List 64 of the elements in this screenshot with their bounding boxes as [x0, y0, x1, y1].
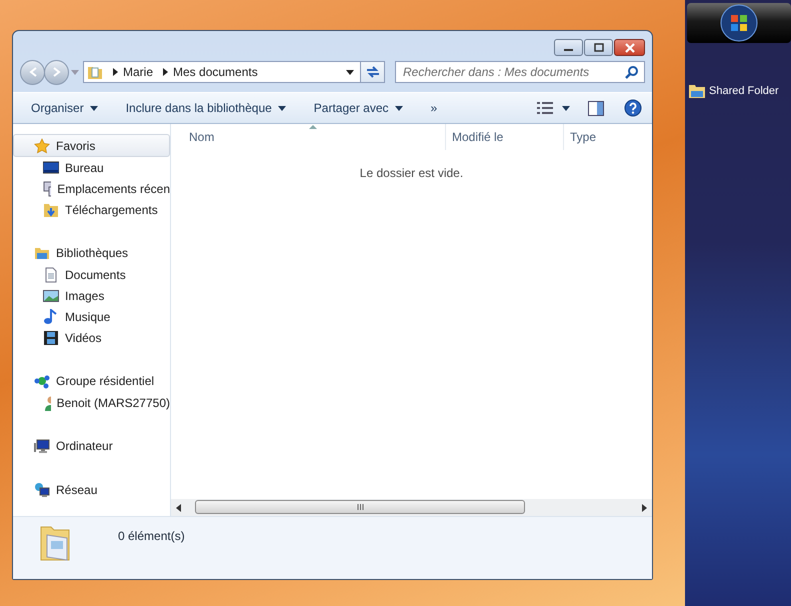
monitor-icon: [43, 160, 59, 176]
nav-item[interactable]: Ordinateur: [13, 434, 170, 457]
refresh-button[interactable]: [361, 61, 385, 83]
folder-icon: [43, 202, 59, 218]
forward-button[interactable]: [44, 60, 69, 84]
preview-pane-icon[interactable]: [588, 100, 604, 116]
toolbar-button[interactable]: Partager avec: [314, 101, 403, 115]
scroll-left-arrow-icon[interactable]: [176, 504, 181, 512]
caret-icon[interactable]: [562, 106, 570, 110]
column-header[interactable]: Nom: [171, 124, 446, 150]
music-note-icon: [43, 308, 59, 324]
scroll-right-arrow-icon[interactable]: [642, 504, 647, 512]
document-icon: [43, 266, 59, 282]
caret-icon[interactable]: [346, 70, 354, 74]
nav-item[interactable]: Vidéos: [13, 327, 170, 348]
film-icon: [43, 330, 59, 346]
nav-item[interactable]: Emplacements récen: [13, 178, 170, 199]
search-icon[interactable]: [625, 65, 639, 79]
computer-icon: [34, 438, 50, 454]
network-nodes-icon: [34, 372, 50, 388]
back-button[interactable]: [20, 60, 45, 84]
nav-item[interactable]: Téléchargements: [13, 199, 170, 220]
star-icon: [34, 138, 50, 154]
maximize-icon: [592, 42, 604, 52]
empty-folder-message: Le dossier est vide.: [360, 166, 464, 180]
toolbar-button[interactable]: »: [430, 101, 438, 115]
folder-icon: [87, 64, 103, 80]
nav-item[interactable]: Images: [13, 285, 170, 306]
view-list-icon[interactable]: [536, 101, 554, 115]
recent-places-icon: [43, 180, 52, 196]
picture-icon: [43, 288, 59, 304]
toolbar-button[interactable]: Inclure dans la bibliothèque: [126, 101, 286, 115]
network-icon: [34, 482, 50, 498]
help-icon[interactable]: [624, 99, 642, 117]
chevron-icon: [163, 68, 168, 76]
nav-item[interactable]: Bibliothèques: [13, 241, 170, 264]
search-field[interactable]: Rechercher dans : Mes documents: [395, 61, 645, 83]
close-button[interactable]: [614, 39, 645, 56]
minimize-button[interactable]: [554, 39, 583, 56]
nav-item[interactable]: Favoris: [13, 134, 170, 157]
breadcrumb-item[interactable]: Mes documents: [173, 65, 258, 79]
refresh-arrows-icon: [364, 65, 380, 79]
column-header[interactable]: Type: [564, 124, 652, 150]
address-bar[interactable]: Marie Mes documents: [83, 61, 361, 83]
nav-item[interactable]: Documents: [13, 264, 170, 285]
nav-item[interactable]: Réseau: [13, 478, 170, 501]
chevron-icon: [113, 68, 118, 76]
toolbar-button[interactable]: Organiser: [31, 101, 98, 115]
nav-item[interactable]: Bureau: [13, 157, 170, 178]
scrollbar-thumb[interactable]: [195, 500, 525, 514]
person-icon: [43, 394, 51, 410]
maximize-button[interactable]: [584, 39, 613, 56]
folder-icon: [39, 525, 71, 561]
nav-item[interactable]: Musique: [13, 306, 170, 327]
close-icon: [622, 42, 636, 52]
column-header[interactable]: Modifié le: [446, 124, 564, 150]
start-orb-icon[interactable]: [720, 4, 758, 42]
breadcrumb-item[interactable]: Marie: [123, 65, 154, 79]
item-count: 0 élément(s): [118, 529, 185, 543]
nav-item[interactable]: Groupe résidentiel: [13, 369, 170, 392]
horizontal-scrollbar[interactable]: [171, 499, 652, 516]
desktop-shortcut[interactable]: Shared Folder: [689, 83, 791, 98]
folder-icon: [689, 83, 705, 98]
nav-item[interactable]: Benoit (MARS27750): [13, 392, 170, 413]
